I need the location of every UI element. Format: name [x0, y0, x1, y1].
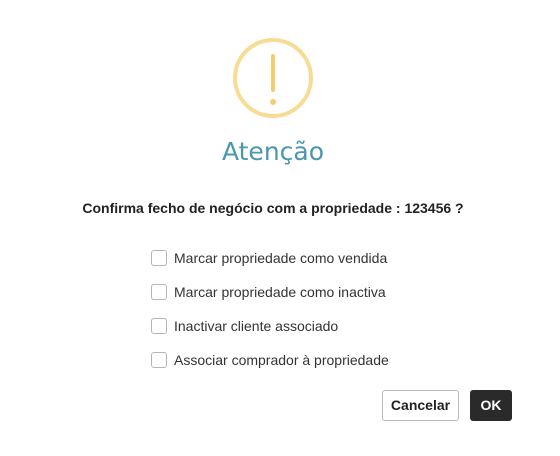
mark-inactive-label[interactable]: Marcar propriedade como inactiva [174, 283, 386, 301]
confirm-dialog: Atenção Confirma fecho de negócio com a … [0, 0, 560, 456]
deactivate-client-label[interactable]: Inactivar cliente associado [174, 317, 338, 335]
option-deactivate-client[interactable]: Inactivar cliente associado [151, 317, 451, 335]
associate-buyer-checkbox[interactable] [151, 352, 167, 368]
warning-icon [233, 38, 313, 118]
option-mark-sold[interactable]: Marcar propriedade como vendida [151, 249, 451, 267]
options-list: Marcar propriedade como vendida Marcar p… [151, 249, 451, 385]
dialog-title: Atenção [221, 137, 325, 166]
option-associate-buyer[interactable]: Associar comprador à propriedade [151, 351, 451, 369]
ok-button[interactable]: OK [470, 390, 512, 421]
option-mark-inactive[interactable]: Marcar propriedade como inactiva [151, 283, 451, 301]
exclamation-bar [271, 54, 275, 92]
deactivate-client-checkbox[interactable] [151, 318, 167, 334]
exclamation-dot [270, 99, 276, 105]
associate-buyer-label[interactable]: Associar comprador à propriedade [174, 351, 389, 369]
dialog-message: Confirma fecho de negócio com a propried… [82, 200, 464, 216]
mark-sold-checkbox[interactable] [151, 250, 167, 266]
mark-sold-label[interactable]: Marcar propriedade como vendida [174, 249, 387, 267]
cancel-button[interactable]: Cancelar [382, 390, 459, 421]
mark-inactive-checkbox[interactable] [151, 284, 167, 300]
